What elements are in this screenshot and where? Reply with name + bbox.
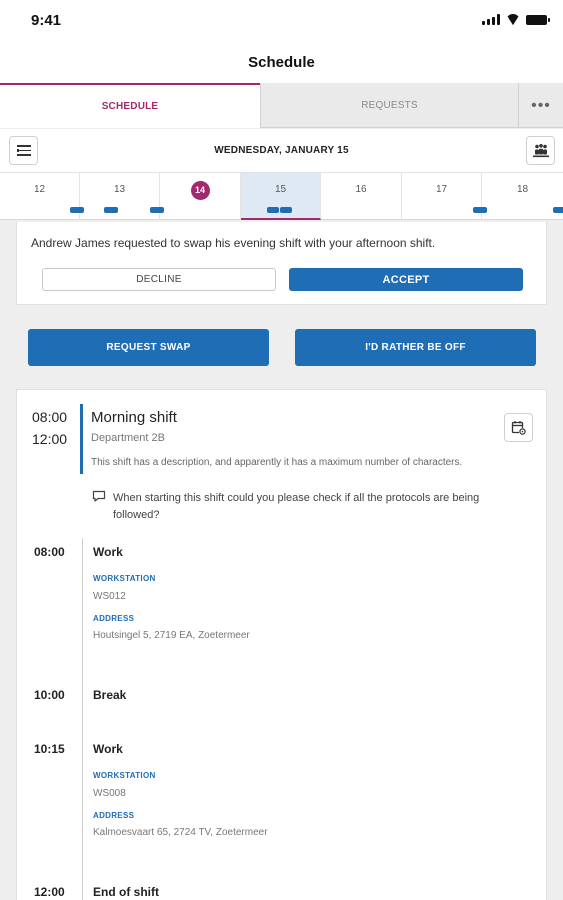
address-value: Houtsingel 5, 2719 EA, Zoetermeer xyxy=(93,630,250,641)
shift-calendar-button[interactable] xyxy=(504,413,533,442)
selected-date: WEDNESDAY, JANUARY 15 xyxy=(214,145,349,156)
battery-icon xyxy=(526,15,550,25)
swap-request-card: Andrew James requested to swap his eveni… xyxy=(16,222,547,305)
app-screen: 9:41 Schedule SCHEDULE REQUESTS ••• WEDN… xyxy=(0,0,563,900)
comment-icon xyxy=(92,490,106,502)
workstation-value: WS012 xyxy=(93,591,126,602)
shift-card: 08:00 12:00 Morning shift Department 2B … xyxy=(16,389,547,900)
timeline-title: Work xyxy=(93,545,123,559)
day-number: 12 xyxy=(33,184,46,195)
workstation-label: WORKSTATION xyxy=(93,574,156,583)
timeline-time: 08:00 xyxy=(34,545,65,559)
timeline-title: Break xyxy=(93,688,127,702)
more-options-button[interactable]: ••• xyxy=(518,83,563,128)
day-number: 17 xyxy=(435,184,448,195)
workstation-label: WORKSTATION xyxy=(93,771,156,780)
shift-end-time: 12:00 xyxy=(32,431,68,447)
day-cell-16[interactable]: 16 xyxy=(321,173,402,220)
address-label: ADDRESS xyxy=(93,811,135,820)
today-badge: 14 xyxy=(190,181,210,200)
week-strip: 12 13 14 15 16 17 18 xyxy=(0,172,563,220)
wifi-icon xyxy=(506,14,520,25)
shift-note: When starting this shift could you pleas… xyxy=(113,492,480,521)
day-cell-14[interactable]: 14 xyxy=(160,173,241,220)
accept-button[interactable]: ACCEPT xyxy=(289,268,523,291)
page-title: Schedule xyxy=(248,54,315,71)
people-icon xyxy=(532,143,549,157)
status-icons xyxy=(482,14,550,25)
team-view-button[interactable] xyxy=(526,136,555,165)
day-cell-15[interactable]: 15 xyxy=(241,173,321,220)
day-cell-13[interactable]: 13 xyxy=(80,173,164,220)
day-number: 15 xyxy=(274,184,287,195)
day-number: 16 xyxy=(355,184,367,195)
day-number: 18 xyxy=(516,184,529,195)
shift-description: This shift has a description, and appare… xyxy=(91,457,463,468)
timeline-line xyxy=(82,538,83,900)
rather-be-off-button[interactable]: I'D RATHER BE OFF xyxy=(295,329,536,366)
timeline-time: 10:15 xyxy=(34,742,65,756)
shift-department: Department 2B xyxy=(91,432,165,444)
swap-request-message: Andrew James requested to swap his eveni… xyxy=(31,236,436,250)
calendar-settings-icon xyxy=(511,420,526,435)
workstation-value: WS008 xyxy=(93,788,126,799)
day-cell-18[interactable]: 18 xyxy=(482,173,563,220)
address-label: ADDRESS xyxy=(93,614,135,623)
timeline-title: End of shift xyxy=(93,885,159,899)
timeline-time: 10:00 xyxy=(34,688,65,702)
request-swap-button[interactable]: REQUEST SWAP xyxy=(28,329,269,366)
shift-color-bar xyxy=(80,404,83,474)
shift-indicator xyxy=(267,207,279,213)
status-bar: 9:41 xyxy=(0,0,563,40)
shift-indicator xyxy=(553,207,563,213)
tab-schedule[interactable]: SCHEDULE xyxy=(0,83,260,128)
shift-indicator xyxy=(280,207,292,213)
address-value: Kalmoesvaart 65, 2724 TV, Zoetermeer xyxy=(93,827,268,838)
status-time: 9:41 xyxy=(31,12,62,29)
app-header: Schedule xyxy=(0,40,563,83)
day-cell-17[interactable]: 17 xyxy=(402,173,487,220)
shift-name: Morning shift xyxy=(91,409,177,426)
decline-button[interactable]: DECLINE xyxy=(42,268,276,291)
shift-indicator xyxy=(104,207,118,213)
date-bar: WEDNESDAY, JANUARY 15 xyxy=(0,129,563,172)
day-number: 13 xyxy=(113,184,126,195)
timeline-time: 12:00 xyxy=(34,885,65,899)
tab-requests[interactable]: REQUESTS xyxy=(260,83,518,128)
signal-icon xyxy=(482,14,500,25)
day-cell-12[interactable]: 12 xyxy=(0,173,84,220)
tab-bar: SCHEDULE REQUESTS ••• xyxy=(0,83,563,128)
shift-start-time: 08:00 xyxy=(32,409,68,425)
timeline-title: Work xyxy=(93,742,123,756)
